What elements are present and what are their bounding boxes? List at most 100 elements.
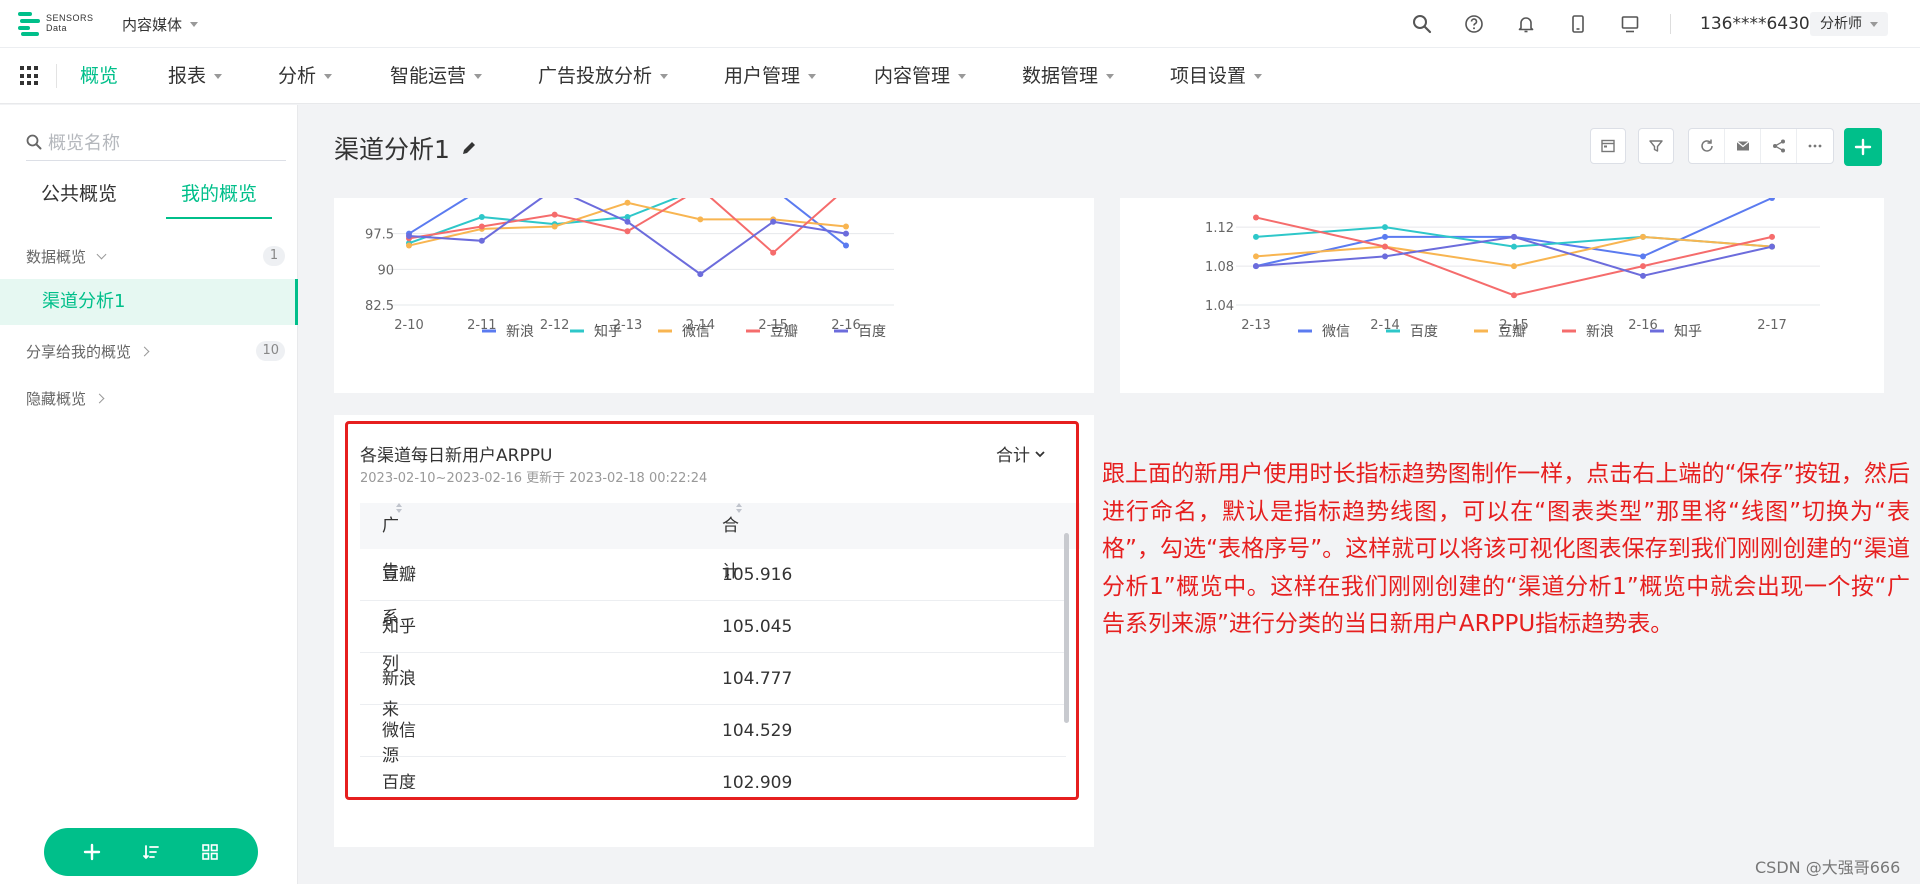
data-point[interactable] <box>1253 214 1259 221</box>
data-point[interactable] <box>406 233 412 240</box>
data-point[interactable] <box>1640 233 1646 240</box>
data-point[interactable] <box>697 216 704 223</box>
data-point[interactable] <box>770 249 777 256</box>
role-selector[interactable]: 分析师 <box>1810 12 1889 36</box>
sidebar-group-shared-with-me[interactable]: 分享给我的概览 <box>26 341 150 362</box>
legend-label: 知乎 <box>594 323 622 340</box>
legend-item[interactable]: 微信 <box>1298 324 1350 340</box>
divider <box>56 64 57 88</box>
data-point[interactable] <box>843 242 849 249</box>
data-point[interactable] <box>1382 253 1388 260</box>
more-icon[interactable] <box>1797 129 1833 163</box>
nav-item-content-management[interactable]: 内容管理 <box>874 48 967 104</box>
search-icon[interactable] <box>1408 10 1436 38</box>
data-point[interactable] <box>406 242 412 249</box>
filter-icon[interactable] <box>1638 128 1674 164</box>
data-point[interactable] <box>478 223 485 230</box>
data-point[interactable] <box>843 223 849 230</box>
chevron-right-icon <box>94 393 105 404</box>
data-point[interactable] <box>1769 198 1775 201</box>
sensors-data-logo[interactable]: SENSORS Data <box>18 10 94 36</box>
help-icon[interactable] <box>1460 10 1488 38</box>
y-tick-label: 97.5 <box>365 228 394 243</box>
overview-search-input[interactable]: 概览名称 <box>26 123 286 161</box>
mobile-icon[interactable] <box>1564 10 1592 38</box>
data-point[interactable] <box>478 214 485 221</box>
data-point[interactable] <box>1769 233 1775 240</box>
legend-item[interactable]: 微信 <box>658 324 710 340</box>
data-point[interactable] <box>1640 272 1646 279</box>
data-point[interactable] <box>551 211 558 218</box>
sort-list-icon[interactable] <box>138 839 164 865</box>
nav-item-smart-ops[interactable]: 智能运营 <box>390 48 483 104</box>
series-line[interactable] <box>1255 216 1773 297</box>
series-line[interactable] <box>1255 235 1773 277</box>
data-point[interactable] <box>1769 243 1775 250</box>
chevron-down-icon <box>1254 73 1263 79</box>
line-chart-left: 82.59097.52-10 2-11 2-12 2-13 2-14 2-15 2-16新浪… <box>365 198 894 340</box>
legend-label: 豆瓣 <box>770 324 798 340</box>
logo-text-line2: Data <box>46 23 68 33</box>
legend-item[interactable]: 知乎 <box>570 323 622 340</box>
nav-item-reports[interactable]: 报表 <box>168 48 223 104</box>
nav-item-project-settings[interactable]: 项目设置 <box>1170 48 1263 104</box>
data-point[interactable] <box>624 228 631 235</box>
data-point[interactable] <box>551 223 558 230</box>
series-line[interactable] <box>408 198 847 276</box>
data-point[interactable] <box>624 218 631 225</box>
data-point[interactable] <box>1511 233 1517 240</box>
data-point[interactable] <box>1382 233 1388 240</box>
data-point[interactable] <box>1511 292 1517 299</box>
count-badge: 1 <box>263 246 285 266</box>
data-point[interactable] <box>1253 233 1259 240</box>
monitor-icon[interactable] <box>1616 10 1644 38</box>
nav-item-ad-analysis[interactable]: 广告投放分析 <box>538 48 669 104</box>
data-point[interactable] <box>1511 243 1517 250</box>
series-line[interactable] <box>408 198 846 255</box>
grid-view-icon[interactable] <box>197 839 223 865</box>
add-chart-button[interactable] <box>1844 128 1882 166</box>
legend-item[interactable]: 豆瓣 <box>746 324 798 340</box>
data-point[interactable] <box>1640 253 1646 260</box>
bell-icon[interactable] <box>1512 10 1540 38</box>
y-tick-label: 1.12 <box>1205 221 1234 236</box>
data-point[interactable] <box>624 199 631 206</box>
x-tick-label: 2-17 <box>1757 318 1787 333</box>
layout-icon[interactable] <box>1590 128 1626 164</box>
nav-item-overview[interactable]: 概览 <box>80 48 118 104</box>
nav-item-analysis[interactable]: 分析 <box>278 48 333 104</box>
data-point[interactable] <box>697 271 704 278</box>
apps-grid-icon[interactable] <box>20 66 40 86</box>
data-point[interactable] <box>843 230 849 237</box>
nav-item-data-management[interactable]: 数据管理 <box>1022 48 1115 104</box>
group-label: 隐藏概览 <box>26 390 87 408</box>
legend-item[interactable]: 豆瓣 <box>1474 324 1526 340</box>
sidebar-group-data-overview[interactable]: 数据概览 <box>26 246 107 267</box>
data-point[interactable] <box>1640 263 1646 270</box>
sidebar-group-hidden[interactable]: 隐藏概览 <box>26 388 105 409</box>
project-name: 内容媒体 <box>122 16 183 34</box>
edit-pencil-icon[interactable] <box>460 139 478 157</box>
mail-icon[interactable] <box>1725 129 1761 163</box>
user-account[interactable]: 136****6430 <box>1700 14 1810 34</box>
legend-item[interactable]: 新浪 <box>1562 324 1614 340</box>
add-icon[interactable] <box>79 839 105 865</box>
data-point[interactable] <box>1382 224 1388 231</box>
project-selector[interactable]: 内容媒体 <box>122 14 199 35</box>
sidebar-item-channel-analysis[interactable]: 渠道分析1 <box>0 279 298 325</box>
logo-text-line1: SENSORS <box>46 13 94 23</box>
x-tick-label: 2-12 <box>540 318 570 333</box>
series-line[interactable] <box>1255 235 1773 268</box>
tab-public-overview[interactable]: 公共概览 <box>26 169 132 219</box>
data-point[interactable] <box>1253 253 1259 260</box>
data-point[interactable] <box>1253 263 1259 270</box>
data-point[interactable] <box>770 218 777 225</box>
share-icon[interactable] <box>1761 129 1797 163</box>
nav-item-user-management[interactable]: 用户管理 <box>724 48 817 104</box>
refresh-icon[interactable] <box>1689 129 1725 163</box>
data-point[interactable] <box>1511 263 1517 270</box>
tab-my-overview[interactable]: 我的概览 <box>166 169 272 219</box>
data-point[interactable] <box>478 237 485 244</box>
data-point[interactable] <box>1382 243 1388 250</box>
legend-item[interactable]: 知乎 <box>1650 323 1702 340</box>
